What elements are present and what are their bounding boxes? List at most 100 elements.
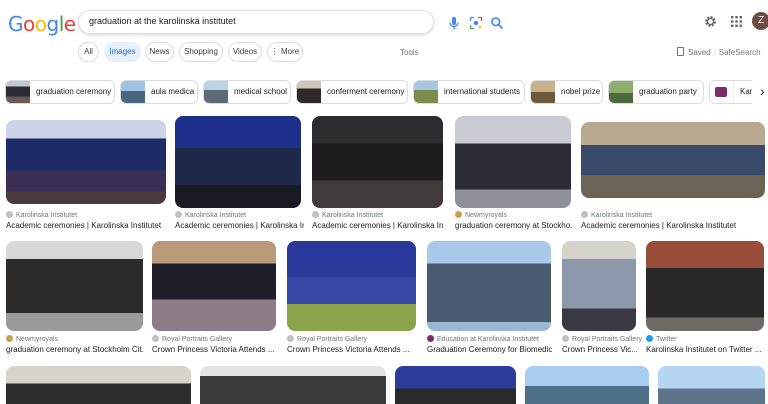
result-card[interactable]: Karolinska Institutet Academic ceremonie…	[6, 120, 166, 232]
result-image[interactable]	[175, 116, 301, 208]
result-image[interactable]	[6, 366, 191, 404]
site-favicon-icon	[175, 211, 182, 218]
apps-icon[interactable]	[731, 16, 742, 27]
tab-videos[interactable]: Videos	[228, 42, 262, 62]
result-source[interactable]: Royal Portraits Gallery	[562, 335, 642, 343]
result-title[interactable]: Crown Princess Vic...	[562, 345, 637, 354]
result-card[interactable]: Education at Karolinska Institutet Gradu…	[427, 241, 552, 357]
result-title[interactable]: graduation ceremony at Stockho...	[455, 221, 572, 230]
result-title[interactable]: Crown Princess Victoria Attends ...	[287, 345, 417, 354]
chip-graduation-party[interactable]: graduation party	[608, 80, 704, 104]
result-image[interactable]	[6, 241, 143, 331]
result-title[interactable]: Academic ceremonies | Karolinska Institu…	[312, 221, 444, 230]
tab-news[interactable]: News	[145, 42, 174, 62]
result-card[interactable]: Karolinska Institutet Academic ceremonie…	[312, 116, 444, 232]
chip-thumbnail	[414, 81, 438, 103]
result-title[interactable]: Academic ceremonies | Karolinska Institu…	[175, 221, 304, 230]
result-card[interactable]: Twitter Karolinska Institutet on Twitter…	[646, 241, 765, 357]
site-favicon-icon	[427, 335, 434, 342]
result-image[interactable]	[312, 116, 443, 208]
result-source[interactable]: Karolinska Institutet	[175, 211, 246, 219]
lens-icon[interactable]	[469, 16, 483, 30]
result-title[interactable]: Academic ceremonies | Karolinska Institu…	[581, 221, 765, 230]
tab-images[interactable]: Images	[104, 42, 141, 62]
result-source[interactable]: Royal Portraits Gallery	[287, 335, 367, 343]
safesearch-link[interactable]: SafeSearch	[719, 48, 761, 57]
chip-nobel-prize[interactable]: nobel prize	[530, 80, 603, 104]
site-favicon-icon	[455, 211, 462, 218]
result-card[interactable]: Karolinska Institutet Academic ceremonie…	[175, 116, 304, 232]
result-title[interactable]: Crown Princess Victoria Attends ...	[152, 345, 277, 354]
result-card[interactable]: Newmyroyals graduation ceremony at Stock…	[6, 241, 143, 357]
mic-icon[interactable]	[447, 16, 461, 30]
result-image[interactable]	[6, 120, 166, 204]
saved-link[interactable]: Saved	[688, 48, 711, 57]
chip-graduation-ceremony[interactable]: graduation ceremony	[5, 80, 115, 104]
result-source[interactable]: Education at Karolinska Institutet	[427, 335, 539, 343]
result-card[interactable]: Newmyroyals graduation ceremony at Stock…	[455, 116, 572, 232]
chip-label: nobel prize	[561, 87, 601, 96]
result-card[interactable]: Royal Portraits Gallery Crown Princess V…	[562, 241, 642, 357]
result-image[interactable]	[427, 241, 551, 331]
chip-label: international students	[444, 87, 521, 96]
site-favicon-icon	[312, 211, 319, 218]
saved-bar: Saved | SafeSearch	[677, 47, 761, 57]
result-source[interactable]: Karolinska Institutet	[312, 211, 383, 219]
tab-shopping[interactable]: Shopping	[179, 42, 223, 62]
search-box[interactable]	[78, 10, 504, 34]
chevron-right-icon[interactable]: ›	[752, 80, 768, 104]
result-image[interactable]	[562, 241, 636, 331]
result-card[interactable]: Royal Portraits Gallery Crown Princess V…	[152, 241, 277, 357]
gear-icon[interactable]	[704, 15, 717, 28]
chip-thumbnail	[121, 81, 145, 103]
tab-all[interactable]: All	[78, 42, 99, 62]
result-source[interactable]: Newmyroyals	[6, 335, 58, 343]
result-image[interactable]	[395, 366, 516, 404]
result-source[interactable]: Twitter	[646, 335, 677, 343]
chip-label: medical school	[234, 87, 287, 96]
result-title[interactable]: Academic ceremonies | Karolinska Institu…	[6, 221, 166, 230]
result-source[interactable]: Newmyroyals	[455, 211, 507, 219]
chip-medical-school[interactable]: medical school	[203, 80, 291, 104]
chip-conferment-ceremony[interactable]: conferment ceremony	[296, 80, 408, 104]
avatar[interactable]: Z	[752, 12, 768, 30]
result-source[interactable]: Karolinska Institutet	[6, 211, 77, 219]
result-card[interactable]	[525, 366, 649, 404]
search-input[interactable]	[89, 16, 359, 26]
result-source[interactable]: Royal Portraits Gallery	[152, 335, 232, 343]
result-image[interactable]	[152, 241, 276, 331]
result-title[interactable]: graduation ceremony at Stockholm Cit...	[6, 345, 143, 354]
result-title[interactable]: Karolinska Institutet on Twitter ...	[646, 345, 765, 354]
result-image[interactable]	[287, 241, 416, 331]
result-source[interactable]: Karolinska Institutet	[581, 211, 652, 219]
result-image[interactable]	[525, 366, 649, 404]
result-image[interactable]	[658, 366, 765, 404]
result-image[interactable]	[581, 122, 765, 198]
result-image[interactable]	[646, 241, 764, 331]
ki-logo-icon	[715, 87, 727, 97]
chip-thumbnail	[710, 81, 734, 103]
result-image[interactable]	[200, 366, 386, 404]
result-card[interactable]	[6, 366, 191, 404]
chip-thumbnail	[531, 81, 555, 103]
chip-thumbnail	[297, 81, 321, 103]
site-favicon-icon	[562, 335, 569, 342]
separator: |	[713, 48, 716, 57]
chip-label: graduation party	[639, 87, 697, 96]
result-image[interactable]	[455, 116, 571, 208]
result-card[interactable]	[395, 366, 516, 404]
twitter-icon	[646, 335, 653, 342]
result-card[interactable]: Royal Portraits Gallery Crown Princess V…	[287, 241, 417, 357]
site-favicon-icon	[6, 211, 13, 218]
tab-more[interactable]: ⋮ More	[267, 42, 303, 62]
tools-button[interactable]: Tools	[400, 48, 419, 57]
search-icon[interactable]	[490, 16, 504, 30]
bookmark-icon	[677, 47, 684, 56]
chip-international-students[interactable]: international students	[413, 80, 525, 104]
google-logo[interactable]: Google	[8, 12, 76, 36]
result-title[interactable]: Graduation Ceremony for Biomedic...	[427, 345, 552, 354]
result-card[interactable]	[200, 366, 386, 404]
result-card[interactable]	[658, 366, 765, 404]
chip-aula-medica[interactable]: aula medica	[120, 80, 198, 104]
result-card[interactable]: Karolinska Institutet Academic ceremonie…	[581, 122, 765, 232]
